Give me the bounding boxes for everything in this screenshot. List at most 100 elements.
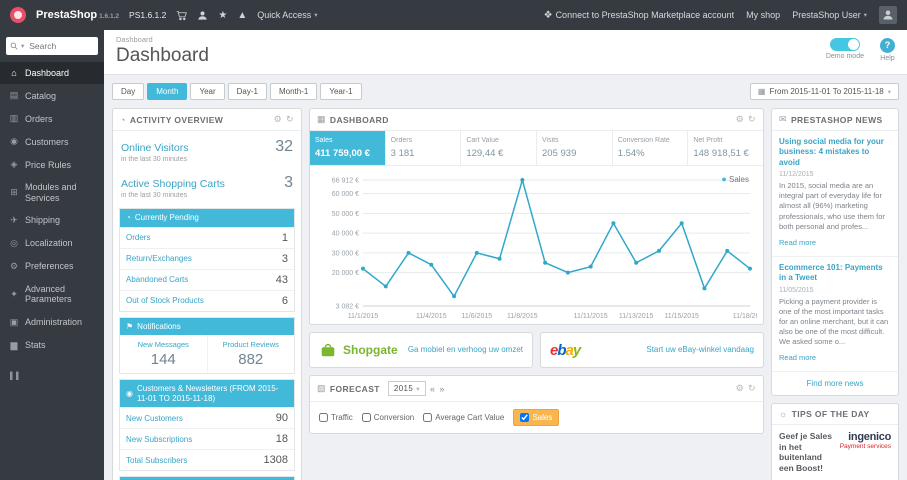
sales-checkbox[interactable] xyxy=(520,413,530,422)
ebay-ad[interactable]: ebay Start uw eBay-winkel vandaag xyxy=(540,332,764,368)
prestashop-logo[interactable] xyxy=(10,7,26,23)
date-range-picker[interactable]: ▦ From 2015-11-01 To 2015-11-18 ▾ xyxy=(749,83,899,100)
article-title-link[interactable]: Ecommerce 101: Payments in a Tweet xyxy=(779,263,891,284)
sales-line-chart[interactable]: 66 912 € 60 000 € 50 000 € 40 000 € 30 000 €… xyxy=(316,172,757,322)
kpi-net-profit[interactable]: Net Profit 148 918,51 € xyxy=(688,131,763,165)
ingenico-logo: ingenico Payment services xyxy=(840,431,892,474)
kpi-cart-value[interactable]: Cart Value 129,44 € xyxy=(461,131,538,165)
svg-text:11/18/2015: 11/18/2015 xyxy=(733,313,757,320)
range-button-year-1[interactable]: Year-1 xyxy=(320,83,362,100)
svg-text:66 912 €: 66 912 € xyxy=(332,178,359,185)
range-button-day[interactable]: Day xyxy=(112,83,145,100)
help-icon[interactable]: ? xyxy=(880,38,895,53)
chart-legend[interactable]: ● Sales xyxy=(721,174,749,184)
forecast-prev-button[interactable]: « xyxy=(430,384,435,394)
quick-access-label: Quick Access xyxy=(257,10,312,20)
online-visitors-value: 32 xyxy=(275,138,293,155)
panel-title: PRESTASHOP NEWS xyxy=(790,114,883,125)
range-button-month[interactable]: Month xyxy=(147,83,188,100)
forecast-next-button[interactable]: » xyxy=(439,384,444,394)
abandoned-carts-link[interactable]: Abandoned Carts xyxy=(126,275,188,284)
kpi-visits[interactable]: Visits 205 939 xyxy=(537,131,613,165)
read-more-link[interactable]: Read more xyxy=(779,353,816,362)
shopgate-ad[interactable]: Shopgate Ga mobiel en verhoog uw omzet xyxy=(309,332,533,368)
product-reviews-cell[interactable]: Product Reviews 882 xyxy=(206,335,295,374)
sidebar-item-stats[interactable]: ▆ Stats xyxy=(0,334,104,357)
conversion-checkbox[interactable] xyxy=(361,413,371,422)
sidebar-item-modules[interactable]: ⊞ Modules and Services xyxy=(0,176,104,209)
user-icon[interactable] xyxy=(197,10,208,21)
forecast-toggle-conversion[interactable]: Conversion xyxy=(361,413,414,422)
shopgate-cta-link[interactable]: Ga mobiel en verhoog uw omzet xyxy=(408,345,523,355)
star-icon[interactable]: ★ xyxy=(218,10,227,21)
kpi-conversion-rate[interactable]: Conversion Rate 1.54% xyxy=(613,131,689,165)
advanced-parameters-icon: ✦ xyxy=(10,288,18,299)
gear-icon[interactable]: ⚙ xyxy=(736,383,744,394)
search-input[interactable] xyxy=(27,40,94,52)
sidebar-item-catalog[interactable]: ▤ Catalog xyxy=(0,84,104,107)
traffic-checkbox[interactable] xyxy=(319,413,328,422)
sidebar-collapse-button[interactable]: ▌▌ xyxy=(0,367,104,386)
sidebar-item-orders[interactable]: ▥ Orders xyxy=(0,107,104,130)
svg-text:30 000 €: 30 000 € xyxy=(332,250,359,257)
gear-icon[interactable]: ⚙ xyxy=(274,114,282,125)
search-scope-dropdown-icon[interactable]: ▾ xyxy=(21,42,24,50)
range-button-year[interactable]: Year xyxy=(190,83,225,100)
forecast-toggle-average-cart-value[interactable]: Average Cart Value xyxy=(423,413,504,422)
sidebar-item-price-rules[interactable]: ◈ Price Rules xyxy=(0,153,104,176)
new-subscriptions-link[interactable]: New Subscriptions xyxy=(126,435,192,444)
ebay-letter: a xyxy=(565,341,574,359)
demo-mode-toggle[interactable] xyxy=(829,38,860,51)
rocket-icon[interactable]: ▲ xyxy=(237,10,247,21)
returns-link[interactable]: Return/Exchanges xyxy=(126,254,192,263)
forecast-panel: ▧ FORECAST 2015 ▾ « » ⚙ ↻ Traffic Convers… xyxy=(309,375,764,434)
my-shop-link[interactable]: My shop xyxy=(746,10,780,20)
kpi-orders[interactable]: Orders 3 181 xyxy=(386,131,462,165)
sidebar-item-dashboard[interactable]: ⌂ Dashboard xyxy=(0,62,104,85)
active-carts-link[interactable]: Active Shopping Carts xyxy=(121,178,225,190)
sidebar-item-label: Catalog xyxy=(25,90,57,101)
avatar[interactable] xyxy=(879,6,897,24)
ebay-cta-link[interactable]: Start uw eBay-winkel vandaag xyxy=(646,345,754,355)
new-messages-cell[interactable]: New Messages 144 xyxy=(120,335,207,373)
kpi-sales[interactable]: Sales 411 759,00 € xyxy=(310,131,386,165)
legend-label: Sales xyxy=(728,175,749,184)
refresh-icon[interactable]: ↻ xyxy=(748,114,756,125)
range-button-day-1[interactable]: Day-1 xyxy=(227,83,267,100)
article-title-link[interactable]: Using social media for your business: 4 … xyxy=(779,137,891,168)
average-cart-value-checkbox[interactable] xyxy=(423,413,433,422)
marketplace-link[interactable]: ❖ Connect to PrestaShop Marketplace accou… xyxy=(544,10,735,21)
breadcrumb[interactable]: Dashboard xyxy=(116,35,209,44)
forecast-year-value: 2015 xyxy=(393,384,414,393)
abandoned-carts-value: 43 xyxy=(275,273,288,286)
online-visitors-link[interactable]: Online Visitors xyxy=(121,142,189,154)
kpi-value: 411 759,00 € xyxy=(315,148,370,159)
sidebar-item-customers[interactable]: ◉ Customers xyxy=(0,130,104,153)
sidebar-item-localization[interactable]: ◎ Localization xyxy=(0,232,104,255)
forecast-year-select[interactable]: 2015 ▾ xyxy=(387,381,426,396)
administration-icon: ▣ xyxy=(9,316,19,327)
gear-icon[interactable]: ⚙ xyxy=(736,114,744,125)
quick-access-menu[interactable]: Quick Access ▾ xyxy=(257,10,317,20)
refresh-icon[interactable]: ↻ xyxy=(286,114,294,125)
sidebar-item-advanced-parameters[interactable]: ✦ Advanced Parameters xyxy=(0,278,104,311)
orders-link[interactable]: Orders xyxy=(126,233,150,242)
svg-text:11/15/2015: 11/15/2015 xyxy=(664,313,699,320)
cart-icon[interactable] xyxy=(176,10,188,21)
new-customers-link[interactable]: New Customers xyxy=(126,414,183,423)
forecast-toggle-sales[interactable]: Sales xyxy=(513,409,560,426)
find-more-news-link[interactable]: Find more news xyxy=(772,372,898,395)
out-of-stock-link[interactable]: Out of Stock Products xyxy=(126,296,204,305)
user-menu[interactable]: PrestaShop User ▾ xyxy=(792,10,867,20)
refresh-icon[interactable]: ↻ xyxy=(748,383,756,394)
total-subscribers-link[interactable]: Total Subscribers xyxy=(126,456,187,465)
product-reviews-link: Product Reviews xyxy=(222,340,279,350)
sidebar-item-shipping[interactable]: ✈ Shipping xyxy=(0,209,104,232)
read-more-link[interactable]: Read more xyxy=(779,238,816,247)
forecast-toggle-traffic[interactable]: Traffic xyxy=(319,413,353,422)
range-button-month-1[interactable]: Month-1 xyxy=(269,83,318,100)
sidebar-item-administration[interactable]: ▣ Administration xyxy=(0,311,104,334)
sidebar-item-label: Orders xyxy=(25,113,53,124)
brand-name[interactable]: PrestaShop 1.6.1.2 xyxy=(36,9,119,21)
sidebar-item-preferences[interactable]: ⚙ Preferences xyxy=(0,255,104,278)
